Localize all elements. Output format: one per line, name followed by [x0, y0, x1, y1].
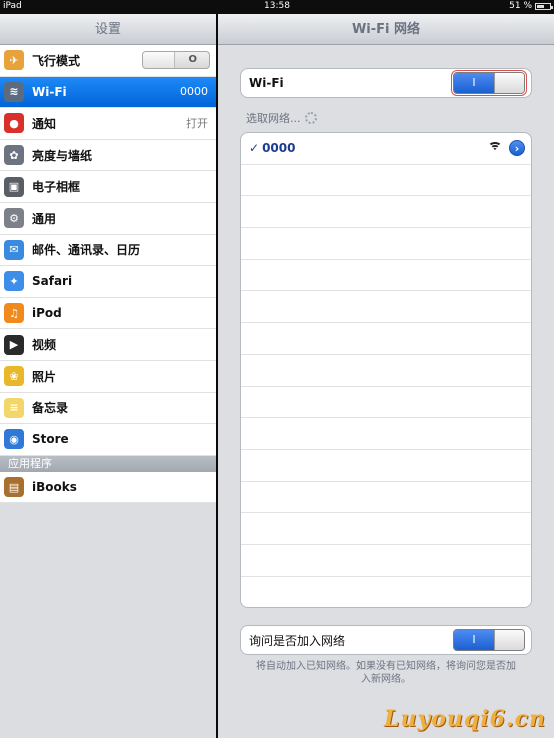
ibooks-icon: ▤: [4, 477, 24, 498]
sidebar-title: 设置: [0, 14, 216, 45]
network-row-empty: [241, 354, 531, 387]
network-row-empty: [241, 386, 531, 419]
ipod-icon: ♫: [4, 303, 24, 324]
toggle-knob: [494, 73, 524, 93]
wifi-signal-icon: [487, 142, 503, 154]
settings-row-label: 亮度与墙纸: [32, 148, 93, 163]
compass-icon: ✦: [4, 271, 24, 292]
wifi-toggle-row: Wi-Fi I: [240, 68, 532, 98]
choose-network-text: 选取网络...: [246, 112, 301, 125]
battery-percent: 51 %: [509, 1, 532, 11]
status-bar: iPad 13:58 51 %: [0, 0, 554, 14]
settings-row-label: 邮件、通讯录、日历: [32, 243, 141, 258]
apps-section-header: 应用程序: [0, 455, 216, 472]
settings-row--[interactable]: ≡ 备忘录: [0, 393, 216, 425]
toggle-on-mark: I: [454, 73, 494, 93]
sunflower-icon: ❀: [4, 366, 24, 387]
settings-row--[interactable]: ⚙ 通用: [0, 203, 216, 235]
network-row-empty: [241, 418, 531, 450]
network-row-empty: [241, 576, 531, 607]
toggle-knob: [494, 630, 524, 650]
network-row-empty: [241, 449, 531, 482]
settings-row--[interactable]: ▣ 电子相框: [0, 171, 216, 203]
airplane-icon: ✈: [4, 50, 24, 71]
network-row-empty: [241, 259, 531, 292]
wifi-detail-pane: Wi-Fi 网络 Wi-Fi I 选取网络... ✓ 0000 › 询问是否加入网络…: [218, 14, 554, 738]
settings-row-label: 通用: [32, 211, 57, 226]
checkmark-icon: ✓: [249, 141, 260, 156]
notifications-icon: ●: [4, 113, 24, 134]
settings-row-store[interactable]: ◉ Store: [0, 424, 216, 456]
settings-row--[interactable]: ▶ 视频: [0, 329, 216, 361]
settings-list: ✈ 飞行模式 O ≋ Wi-Fi 0000 ● 通知 打开 ✿ 亮度与墙纸 ▣ 电子相框 ⚙ 通用 ✉ 邮件、通…: [0, 45, 216, 456]
toggle-knob: [143, 52, 175, 69]
settings-row--[interactable]: ✿ 亮度与墙纸: [0, 140, 216, 172]
wifi-label: Wi-Fi: [249, 76, 284, 90]
apps-list: ▤ iBooks: [0, 471, 216, 504]
settings-row-label: Store: [32, 432, 69, 447]
ask-to-join-footnote: 将自动加入已知网络。如果没有已知网络，将询问您是否加入新网络。: [256, 661, 516, 685]
airplane-mode-toggle[interactable]: O: [142, 51, 210, 70]
loading-spinner-icon: [304, 112, 317, 124]
settings-row--[interactable]: ● 通知 打开: [0, 108, 216, 140]
settings-row-label: 备忘录: [32, 401, 69, 416]
network-row-empty: [241, 196, 531, 229]
settings-row--[interactable]: ✈ 飞行模式 O: [0, 45, 216, 77]
settings-row-value: 打开: [186, 117, 208, 131]
clock: 13:58: [264, 1, 290, 11]
settings-row--[interactable]: ❀ 照片: [0, 361, 216, 393]
ask-to-join-label: 询问是否加入网络: [249, 633, 346, 648]
battery-icon: [535, 2, 553, 10]
video-icon: ▶: [4, 334, 24, 355]
settings-row-label: 电子相框: [32, 180, 81, 195]
picture-frame-icon: ▣: [4, 176, 24, 197]
network-row-empty: [241, 164, 531, 197]
notes-icon: ≡: [4, 397, 24, 418]
settings-row-label: 视频: [32, 338, 57, 353]
watermark-logo: Luyouqi6.cn: [383, 706, 546, 732]
gear-icon: ⚙: [4, 208, 24, 229]
page-title: Wi-Fi 网络: [218, 14, 554, 45]
wifi-icon: ≋: [4, 81, 24, 102]
network-row-empty: [241, 544, 531, 577]
settings-row-label: iPod: [32, 306, 62, 321]
choose-network-label: 选取网络...: [246, 110, 317, 126]
network-row[interactable]: ✓ 0000 ›: [241, 133, 531, 165]
wifi-toggle[interactable]: I: [451, 70, 527, 96]
network-row-empty: [241, 513, 531, 545]
settings-row-ibooks[interactable]: ▤ iBooks: [0, 472, 216, 504]
network-row-empty: [241, 481, 531, 514]
settings-row-safari[interactable]: ✦ Safari: [0, 266, 216, 298]
store-icon: ◉: [4, 429, 24, 450]
network-row-empty: [241, 228, 531, 260]
settings-row-label: Safari: [32, 274, 73, 289]
network-name: 0000: [262, 141, 296, 156]
toggle-on-mark: I: [454, 630, 494, 650]
settings-row-wi-fi[interactable]: ≋ Wi-Fi 0000: [0, 76, 216, 109]
brightness-icon: ✿: [4, 145, 24, 166]
settings-row-label: 照片: [32, 369, 57, 384]
mail-icon: ✉: [4, 239, 24, 260]
ask-to-join-toggle[interactable]: I: [453, 629, 525, 651]
battery-indicator: 51 %: [509, 1, 553, 11]
toggle-off-mark: O: [188, 54, 197, 66]
network-row-empty: [241, 323, 531, 355]
settings-row-label: iBooks: [32, 480, 77, 495]
disclosure-button-icon[interactable]: ›: [509, 140, 525, 157]
settings-row-label: Wi-Fi: [32, 84, 67, 99]
settings-row-value: 0000: [180, 85, 208, 99]
ask-to-join-row: 询问是否加入网络 I: [240, 625, 532, 655]
network-list: ✓ 0000 ›: [240, 132, 532, 608]
settings-row--[interactable]: ✉ 邮件、通讯录、日历: [0, 235, 216, 267]
settings-row-label: 飞行模式: [32, 53, 81, 68]
settings-sidebar: 设置 ✈ 飞行模式 O ≋ Wi-Fi 0000 ● 通知 打开 ✿ 亮度与墙纸 ▣ 电子相框 ⚙ 通用 ✉ 邮…: [0, 14, 216, 738]
settings-row-label: 通知: [32, 116, 57, 131]
settings-row-ipod[interactable]: ♫ iPod: [0, 298, 216, 330]
network-row-empty: [241, 291, 531, 324]
